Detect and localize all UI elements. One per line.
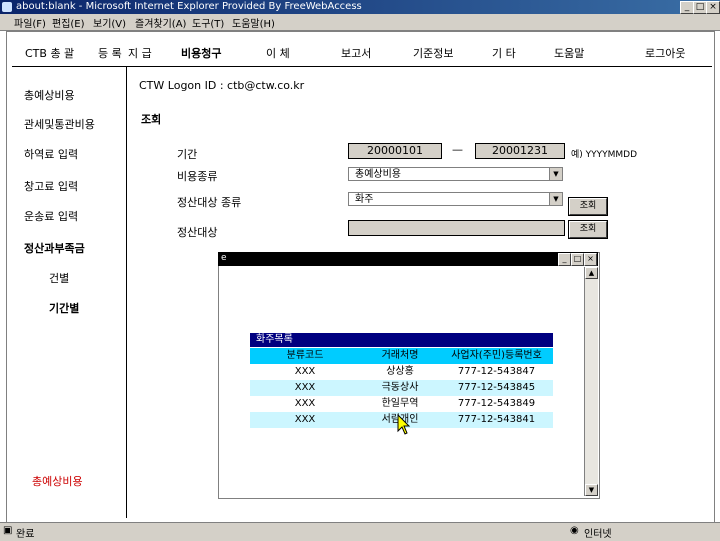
table-cell[interactable]: 극동상사 — [360, 380, 440, 396]
settle-target-label: 정산대상 — [177, 226, 218, 239]
minimize-button[interactable]: _ — [680, 1, 694, 14]
column-header: 사업자(주민)등록번호 — [451, 350, 542, 361]
date-format-hint: 예) YYYYMMDD — [571, 150, 638, 160]
date-to-field[interactable]: 20001231 — [475, 143, 565, 159]
table-cell: 777-12-543847 — [457, 366, 536, 377]
page-icon: ▣ — [3, 525, 13, 536]
table-cell: 777-12-543841 — [457, 414, 536, 425]
sidebar-subitem-by-case[interactable]: 건별 — [49, 270, 69, 286]
popup-close-button[interactable]: × — [584, 253, 597, 266]
query-button[interactable]: 조회 — [569, 198, 607, 215]
table-cell[interactable]: 상상홍 — [360, 364, 440, 380]
table-row[interactable]: XXX 한일무역 777-12-543849 — [250, 396, 553, 412]
table-cell: 777-12-543849 — [457, 398, 536, 409]
table-cell: XXX — [294, 398, 316, 409]
settle-target-field[interactable] — [348, 220, 565, 236]
nav-cost-claim[interactable]: 비용청구 — [181, 45, 221, 61]
popup-minimize-button[interactable]: _ — [558, 253, 571, 266]
table-title: 화주목록 — [250, 333, 553, 347]
menubar: 파일(F) 편집(E) 보기(V) 즐겨찾기(A) 도구(T) 도움말(H) — [0, 14, 720, 31]
section-title: 조회 — [141, 113, 162, 126]
menu-tools[interactable]: 도구(T) — [192, 15, 224, 30]
cost-type-value: 총예상비용 — [355, 169, 401, 180]
menu-favorites[interactable]: 즐겨찾기(A) — [135, 15, 186, 30]
zone-label: 인터넷 — [584, 529, 612, 540]
menu-help[interactable]: 도움말(H) — [232, 15, 275, 30]
nav-base-info[interactable]: 기준정보 — [413, 45, 453, 61]
window-title: about:blank - Microsoft Internet Explore… — [16, 1, 362, 12]
popup-scrollbar[interactable]: ▲ ▼ — [584, 267, 598, 496]
cost-type-select[interactable]: 총예상비용 ▼ — [348, 167, 563, 181]
nav-payment[interactable]: 지 급 — [128, 45, 152, 61]
table-row[interactable]: XXX 극동상사 777-12-543845 — [250, 380, 553, 396]
nav-divider — [12, 66, 712, 67]
mouse-cursor-icon — [397, 414, 411, 435]
table-cell: XXX — [294, 366, 316, 377]
nav-report[interactable]: 보고서 — [341, 45, 371, 61]
date-separator: — — [452, 143, 463, 156]
globe-icon: ◉ — [570, 525, 579, 536]
ie-icon — [2, 2, 12, 12]
maximize-button[interactable]: □ — [693, 1, 707, 14]
window-titlebar[interactable]: about:blank - Microsoft Internet Explore… — [0, 0, 720, 14]
period-label: 기간 — [177, 148, 198, 161]
nav-transfer[interactable]: 이 체 — [266, 45, 290, 61]
column-header: 거래처명 — [381, 350, 419, 361]
nav-etc[interactable]: 기 타 — [492, 45, 516, 61]
nav-help[interactable]: 도움말 — [554, 45, 584, 61]
status-text: 완료 — [16, 529, 35, 540]
popup-titlebar[interactable]: e _ □ × — [218, 252, 598, 266]
ie-icon: e — [221, 253, 227, 263]
settle-type-value: 화주 — [355, 194, 374, 205]
chevron-down-icon[interactable]: ▼ — [549, 193, 562, 205]
menu-file[interactable]: 파일(F) — [14, 15, 46, 30]
sidebar-item-transport[interactable]: 운송료 입력 — [24, 208, 78, 224]
query-target-button[interactable]: 조회 — [569, 221, 607, 238]
scroll-down-icon[interactable]: ▼ — [585, 484, 598, 496]
settle-type-label: 정산대상 종류 — [177, 196, 242, 209]
table-cell: XXX — [294, 382, 316, 393]
sidebar-item-settlement[interactable]: 정산과부족금 — [24, 240, 85, 256]
nav-logout[interactable]: 로그아웃 — [645, 45, 685, 61]
table-row[interactable]: XXX 상상홍 777-12-543847 — [250, 364, 553, 380]
sidebar-bottom-total-cost[interactable]: 총예상비용 — [32, 473, 83, 489]
chevron-down-icon[interactable]: ▼ — [549, 168, 562, 180]
sidebar-subitem-by-period[interactable]: 기간별 — [49, 300, 79, 316]
statusbar: ▣ 완료 ◉ 인터넷 — [0, 522, 720, 541]
sidebar-divider — [126, 66, 127, 518]
popup-maximize-button[interactable]: □ — [571, 253, 584, 266]
sidebar-item-warehouse[interactable]: 창고료 입력 — [24, 178, 78, 194]
date-from-field[interactable]: 20000101 — [348, 143, 442, 159]
table-cell: XXX — [294, 414, 316, 425]
menu-edit[interactable]: 편집(E) — [52, 15, 85, 30]
nav-register[interactable]: 등 록 — [98, 45, 122, 61]
cost-type-label: 비용종류 — [177, 170, 218, 183]
sidebar-item-handling[interactable]: 하역료 입력 — [24, 146, 78, 162]
nav-logo[interactable]: CTB 총 괄 — [25, 45, 74, 61]
sidebar-item-customs[interactable]: 관세및통관비용 — [24, 116, 95, 132]
scroll-up-icon[interactable]: ▲ — [585, 267, 598, 279]
settle-type-select[interactable]: 화주 ▼ — [348, 192, 563, 206]
table-cell: 777-12-543845 — [457, 382, 536, 393]
menu-view[interactable]: 보기(V) — [93, 15, 126, 30]
column-header: 분류코드 — [286, 350, 324, 361]
close-button[interactable]: × — [706, 1, 720, 14]
logon-id: CTW Logon ID : ctb@ctw.co.kr — [139, 79, 305, 92]
sidebar-item-total-cost[interactable]: 총예상비용 — [24, 87, 75, 103]
table-cell[interactable]: 한일무역 — [360, 396, 440, 412]
table-header-row: 분류코드 거래처명 사업자(주민)등록번호 — [250, 348, 553, 364]
